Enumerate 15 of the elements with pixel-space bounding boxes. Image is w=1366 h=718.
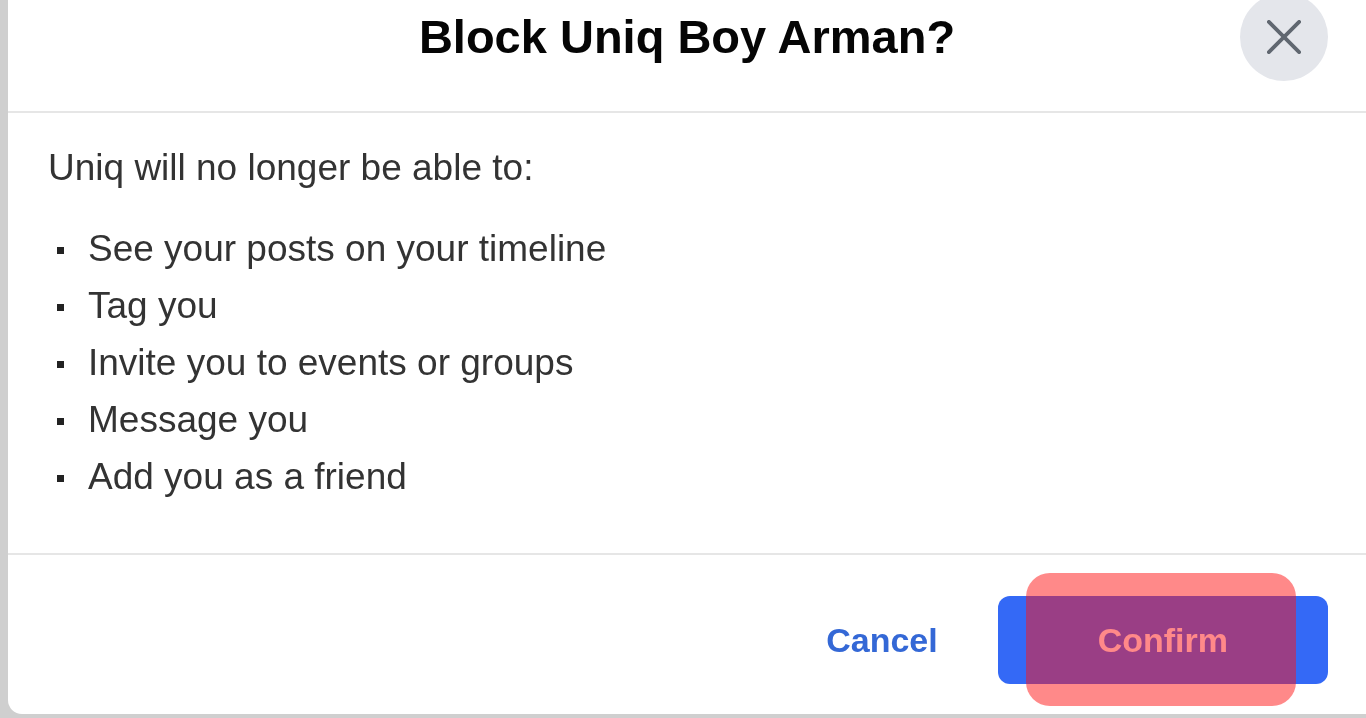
cancel-button[interactable]: Cancel [810, 596, 954, 684]
restriction-text: Message you [88, 398, 309, 442]
restriction-text: Invite you to events or groups [88, 341, 574, 385]
bullet-icon [57, 304, 64, 311]
restriction-text: Add you as a friend [88, 455, 407, 499]
dialog-title: Block Uniq Boy Arman? [418, 9, 956, 65]
restriction-text: Tag you [88, 284, 218, 328]
bullet-icon [57, 361, 64, 368]
bullet-icon [57, 247, 64, 254]
restriction-text: See your posts on your timeline [88, 227, 607, 271]
bullet-icon [57, 418, 64, 425]
confirm-button[interactable]: Confirm [997, 596, 1328, 684]
intro-text: Uniq will no longer be able to: [48, 146, 534, 190]
bullet-icon [57, 475, 64, 482]
close-icon [1267, 20, 1301, 54]
